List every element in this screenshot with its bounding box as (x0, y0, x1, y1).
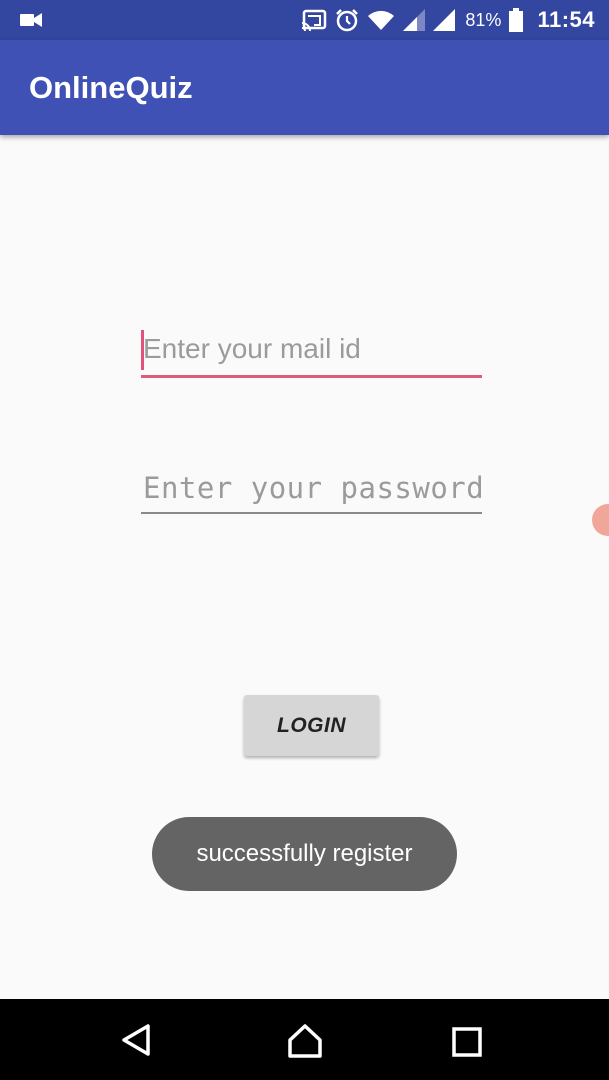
video-camera-icon (20, 13, 42, 27)
battery-percent: 81% (465, 9, 502, 30)
email-placeholder: Enter your mail id (143, 333, 361, 364)
floating-touch-indicator (592, 504, 609, 536)
wifi-icon (368, 10, 395, 30)
clock: 11:54 (537, 7, 595, 32)
app-title: OnlineQuiz (29, 70, 193, 105)
toast-message: successfully register (152, 817, 457, 891)
recents-icon[interactable] (452, 1027, 482, 1057)
email-field[interactable]: Enter your mail id (141, 328, 482, 378)
alarm-icon (336, 9, 359, 32)
home-icon[interactable] (287, 1023, 323, 1059)
login-button[interactable]: LOGIN (244, 695, 379, 756)
password-placeholder: Enter your password (143, 471, 482, 505)
battery-icon (509, 8, 524, 32)
signal-icon (433, 9, 456, 31)
app-bar: OnlineQuiz (0, 40, 609, 135)
back-icon[interactable] (120, 1023, 152, 1057)
navigation-bar (0, 999, 609, 1080)
password-field[interactable]: Enter your password (141, 468, 482, 514)
cast-icon (302, 9, 327, 31)
status-bar: 81% 11:54 (0, 0, 609, 40)
signal-icon (403, 9, 426, 31)
email-underline (141, 375, 482, 378)
password-underline (141, 512, 482, 514)
